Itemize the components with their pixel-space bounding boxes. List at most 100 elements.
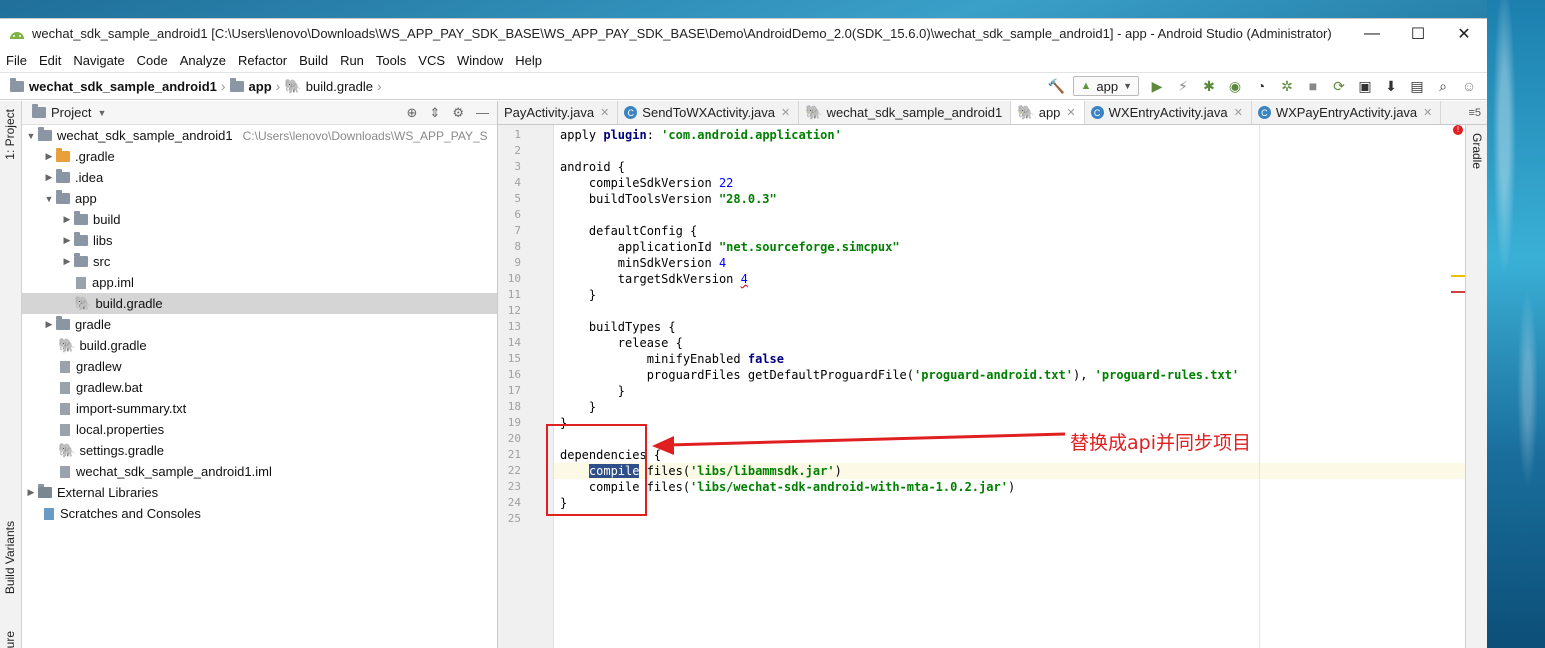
menu-window[interactable]: Window — [457, 53, 503, 68]
collapse-icon[interactable]: ⇕ — [429, 105, 440, 121]
tree-item[interactable]: ▶ External Libraries — [22, 482, 497, 503]
tree-item[interactable]: ▶ libs — [22, 230, 497, 251]
tree-item[interactable]: ▶ .idea — [22, 167, 497, 188]
project-tool-tab[interactable]: 1: Project — [3, 109, 17, 160]
tree-item[interactable]: ▼ app — [22, 188, 497, 209]
gradle-tool-tab[interactable]: Gradle — [1470, 133, 1484, 169]
tree-item[interactable]: import-summary.txt — [22, 398, 497, 419]
tree-item[interactable]: ▶ .gradle — [22, 146, 497, 167]
project-view-selector[interactable]: Project — [51, 105, 91, 120]
tree-item[interactable]: ▶ build — [22, 209, 497, 230]
hammer-icon[interactable]: 🔨 — [1047, 78, 1064, 95]
code-token: 'proguard-android.txt' — [914, 368, 1073, 382]
menu-vcs[interactable]: VCS — [418, 53, 445, 68]
collapse-arrow-icon[interactable]: ▶ — [60, 256, 74, 267]
collapse-arrow-icon[interactable]: ▶ — [60, 235, 74, 246]
tree-item[interactable]: local.properties — [22, 419, 497, 440]
menu-refactor[interactable]: Refactor — [238, 53, 287, 68]
close-button[interactable]: ✕ — [1441, 19, 1487, 48]
warning-marker[interactable] — [1451, 275, 1465, 277]
menu-file[interactable]: File — [6, 53, 27, 68]
menu-tools[interactable]: Tools — [376, 53, 406, 68]
tab-wxpayentryactivity[interactable]: C WXPayEntryActivity.java ✕ — [1252, 101, 1442, 124]
menu-help[interactable]: Help — [515, 53, 542, 68]
tree-item-label: libs — [93, 233, 113, 248]
run-icon[interactable]: ▶ — [1149, 78, 1165, 95]
code-line: buildToolsVersion "28.0.3" — [554, 191, 1465, 207]
breadcrumb-module[interactable]: app — [229, 77, 272, 94]
minimize-button[interactable]: — — [1349, 19, 1395, 48]
tab-app-gradle[interactable]: 🐘 app ✕ — [1011, 101, 1085, 124]
code-line: targetSdkVersion 4 — [554, 271, 1465, 287]
gear-icon[interactable]: ⚙ — [452, 105, 464, 121]
chevron-down-icon[interactable]: ▼ — [97, 108, 106, 118]
close-icon[interactable]: ✕ — [1234, 106, 1243, 119]
tab-project-gradle[interactable]: 🐘 wechat_sdk_sample_android1 — [799, 101, 1012, 124]
avd-manager-icon[interactable]: ▣ — [1357, 78, 1373, 95]
sync-gradle-icon[interactable]: ⟳ — [1331, 78, 1347, 95]
project-structure-icon[interactable]: ▤ — [1409, 78, 1425, 95]
breadcrumb-file[interactable]: 🐘 build.gradle — [284, 78, 373, 95]
tree-root[interactable]: ▼ wechat_sdk_sample_android1 C:\Users\le… — [22, 125, 497, 146]
code-text[interactable]: apply plugin: 'com.android.application' … — [554, 125, 1465, 648]
menu-analyze[interactable]: Analyze — [180, 53, 226, 68]
run-configuration-select[interactable]: ▲ app ▼ — [1073, 76, 1139, 96]
tree-item-selected[interactable]: 🐘 build.gradle — [22, 293, 497, 314]
locate-icon[interactable]: ⊕ — [407, 105, 418, 121]
gradle-icon: 🐘 — [284, 77, 302, 94]
structure-tool-tab[interactable]: ure — [3, 631, 17, 648]
stop-icon[interactable]: ■ — [1305, 78, 1321, 94]
maximize-button[interactable]: ☐ — [1395, 19, 1441, 48]
error-marker[interactable] — [1451, 291, 1465, 293]
profile-icon[interactable]: ◔ — [1253, 78, 1269, 94]
tab-payactivity[interactable]: PayActivity.java ✕ — [498, 101, 619, 124]
debug-icon[interactable]: ✱ — [1201, 78, 1217, 95]
attach-debugger-icon[interactable]: ✲ — [1279, 78, 1295, 95]
tree-item[interactable]: Scratches and Consoles — [22, 503, 497, 524]
menu-build[interactable]: Build — [299, 53, 328, 68]
expand-arrow-icon[interactable]: ▼ — [42, 194, 56, 204]
breadcrumb-project[interactable]: wechat_sdk_sample_android1 — [10, 77, 217, 94]
close-icon[interactable]: ✕ — [1066, 106, 1075, 119]
collapse-arrow-icon[interactable]: ▶ — [60, 214, 74, 225]
menu-navigate[interactable]: Navigate — [73, 53, 124, 68]
sdk-manager-icon[interactable]: ⬇ — [1383, 78, 1399, 95]
annotation-arrow — [652, 432, 1066, 455]
collapse-arrow-icon[interactable]: ▶ — [42, 172, 56, 183]
line-number: 6 — [514, 208, 521, 221]
close-icon[interactable]: ✕ — [781, 106, 790, 119]
close-icon[interactable]: ✕ — [600, 106, 609, 119]
tree-item[interactable]: 🐘 build.gradle — [22, 335, 497, 356]
project-panel-header: Project ▼ ⊕ ⇕ ⚙ — — [22, 101, 497, 125]
error-icon[interactable]: ! — [1453, 125, 1463, 135]
line-number: 14 — [507, 336, 521, 349]
android-icon: ▲ — [1080, 80, 1092, 92]
close-icon[interactable]: ✕ — [1423, 106, 1432, 119]
tab-overflow-button[interactable]: ≡5 — [1462, 101, 1487, 124]
coverage-icon[interactable]: ◉ — [1227, 78, 1243, 95]
tab-sendtowxactivity[interactable]: C SendToWXActivity.java ✕ — [618, 101, 800, 124]
tree-item[interactable]: 🐘 settings.gradle — [22, 440, 497, 461]
search-icon[interactable]: ⌕ — [1435, 78, 1451, 95]
tree-item[interactable]: ▶ gradle — [22, 314, 497, 335]
tab-wxentryactivity[interactable]: C WXEntryActivity.java ✕ — [1085, 101, 1252, 124]
collapse-arrow-icon[interactable]: ▶ — [42, 319, 56, 330]
expand-arrow-icon[interactable]: ▼ — [24, 131, 38, 141]
user-icon[interactable]: ☺ — [1461, 78, 1477, 94]
apply-changes-icon[interactable]: ⚡ — [1175, 78, 1191, 95]
menu-edit[interactable]: Edit — [39, 53, 61, 68]
tree-item[interactable]: app.iml — [22, 272, 497, 293]
hide-icon[interactable]: — — [476, 105, 489, 121]
menu-run[interactable]: Run — [340, 53, 364, 68]
tree-item[interactable]: wechat_sdk_sample_android1.iml — [22, 461, 497, 482]
tree-item[interactable]: gradlew — [22, 356, 497, 377]
chevron-right-icon: › — [376, 78, 382, 94]
menu-code[interactable]: Code — [137, 53, 168, 68]
tree-item[interactable]: ▶ src — [22, 251, 497, 272]
build-variants-tool-tab[interactable]: Build Variants — [3, 521, 17, 594]
code-editor[interactable]: 1 2 3 4 5 6 7 8 9 10 11 12 13 14 15 16 1 — [498, 125, 1487, 648]
collapse-arrow-icon[interactable]: ▶ — [24, 487, 38, 498]
tree-item[interactable]: gradlew.bat — [22, 377, 497, 398]
code-token: targetSdkVersion — [560, 272, 741, 286]
collapse-arrow-icon[interactable]: ▶ — [42, 151, 56, 162]
